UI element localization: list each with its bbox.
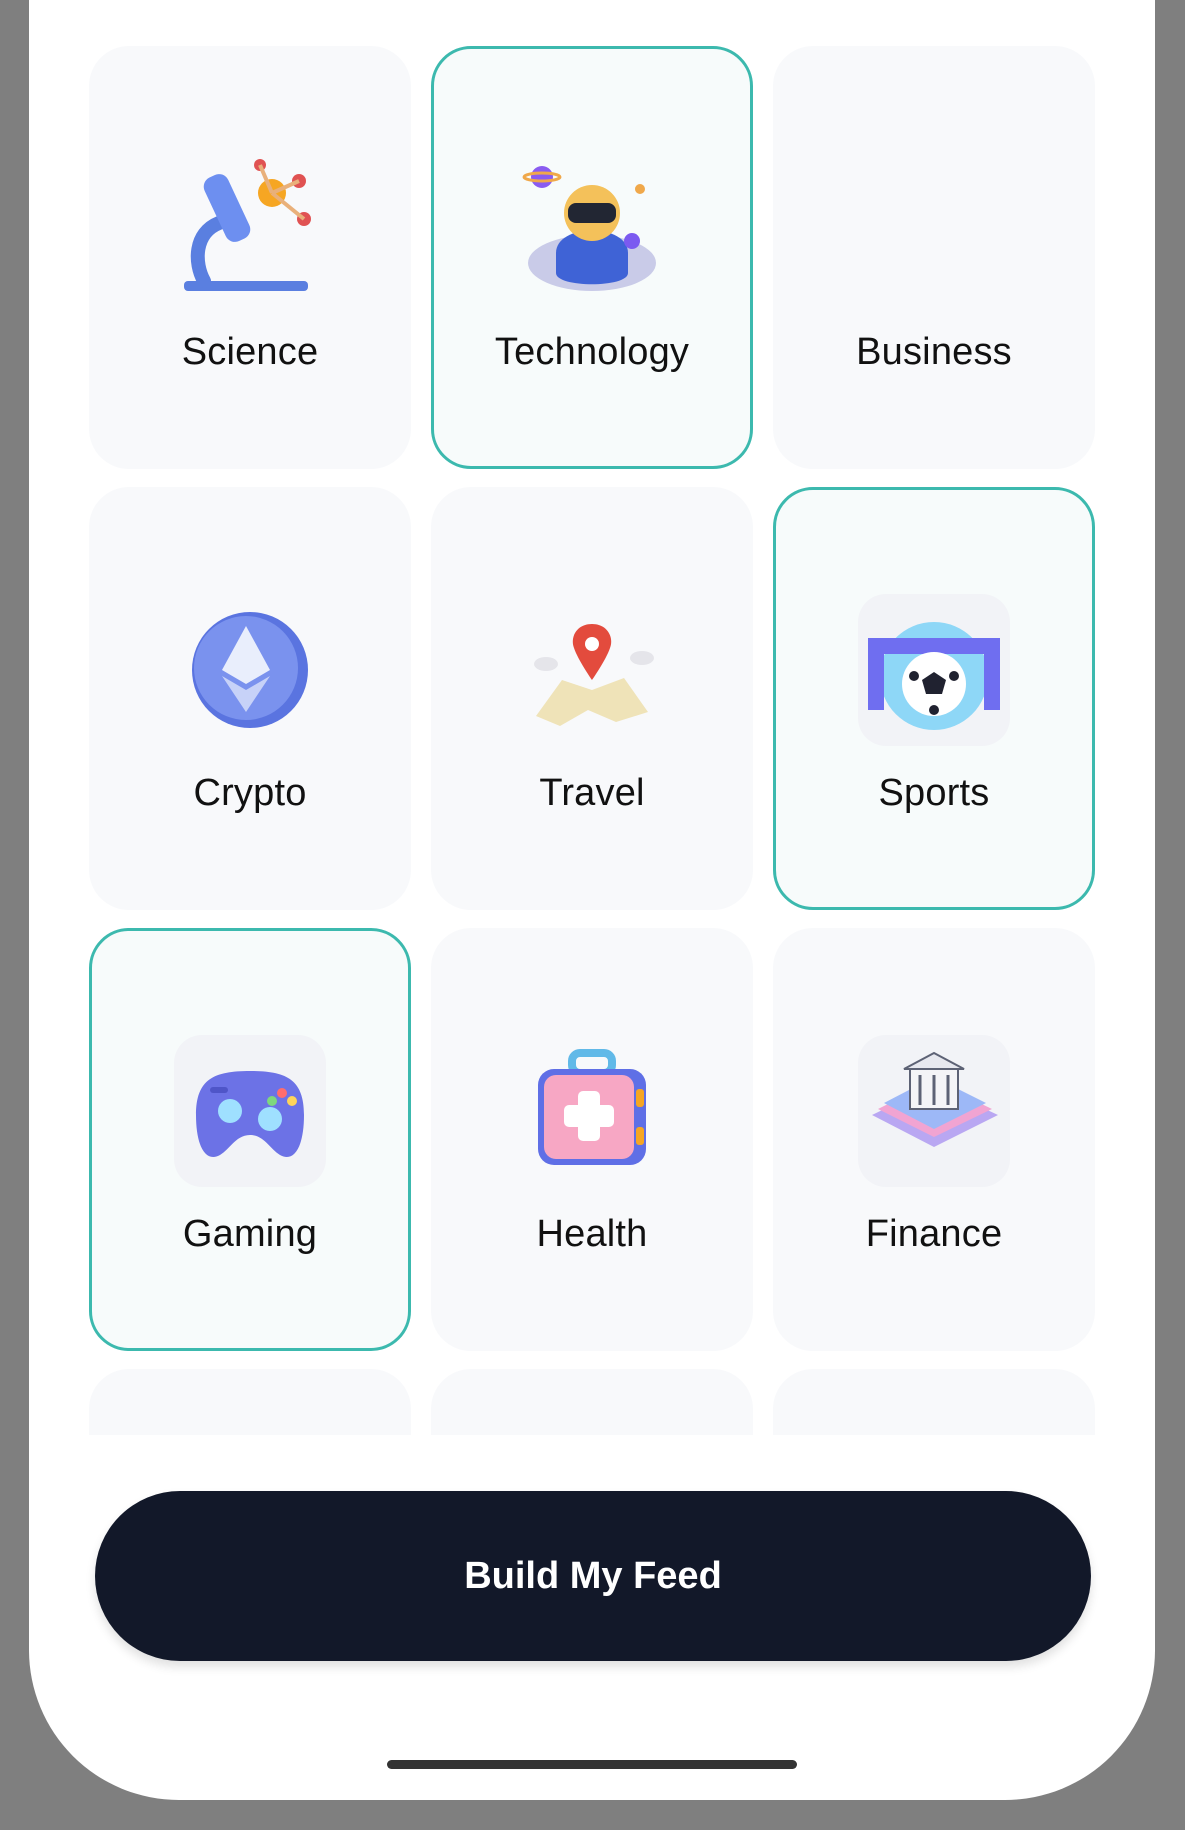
category-card-partial[interactable] [431,1369,753,1435]
category-card-business[interactable]: Business [773,46,1095,469]
category-label: Business [856,331,1012,373]
category-label: Gaming [182,1213,318,1255]
soccer-goal-icon [858,594,1010,746]
category-card-health[interactable]: Health [431,928,753,1351]
category-card-science[interactable]: Science [89,46,411,469]
phone-screen: Science Technology Business Crypto Trave… [29,0,1155,1800]
category-label: Health [536,1213,648,1255]
category-card-travel[interactable]: Travel [431,487,753,910]
briefcase-icon [858,153,1010,305]
home-indicator [387,1760,797,1769]
category-label: Travel [539,772,645,814]
category-grid: Science Technology Business Crypto Trave… [89,46,1099,1435]
ethereum-coin-icon [174,594,326,746]
category-label: Technology [494,331,690,373]
category-card-crypto[interactable]: Crypto [89,487,411,910]
category-card-finance[interactable]: Finance [773,928,1095,1351]
map-pin-icon [516,594,668,746]
vr-headset-icon [516,153,668,305]
microscope-icon [174,153,326,305]
bank-icon [858,1035,1010,1187]
category-card-gaming[interactable]: Gaming [89,928,411,1351]
build-my-feed-button[interactable]: Build My Feed [95,1491,1091,1661]
category-card-sports[interactable]: Sports [773,487,1095,910]
category-card-partial[interactable] [773,1369,1095,1435]
category-label: Crypto [193,772,307,814]
gamepad-icon [174,1035,326,1187]
category-label: Science [181,331,319,373]
category-card-partial[interactable] [89,1369,411,1435]
category-label: Sports [878,772,990,814]
first-aid-kit-icon [516,1035,668,1187]
category-label: Finance [865,1213,1003,1255]
build-my-feed-label: Build My Feed [464,1554,722,1597]
category-card-technology[interactable]: Technology [431,46,753,469]
